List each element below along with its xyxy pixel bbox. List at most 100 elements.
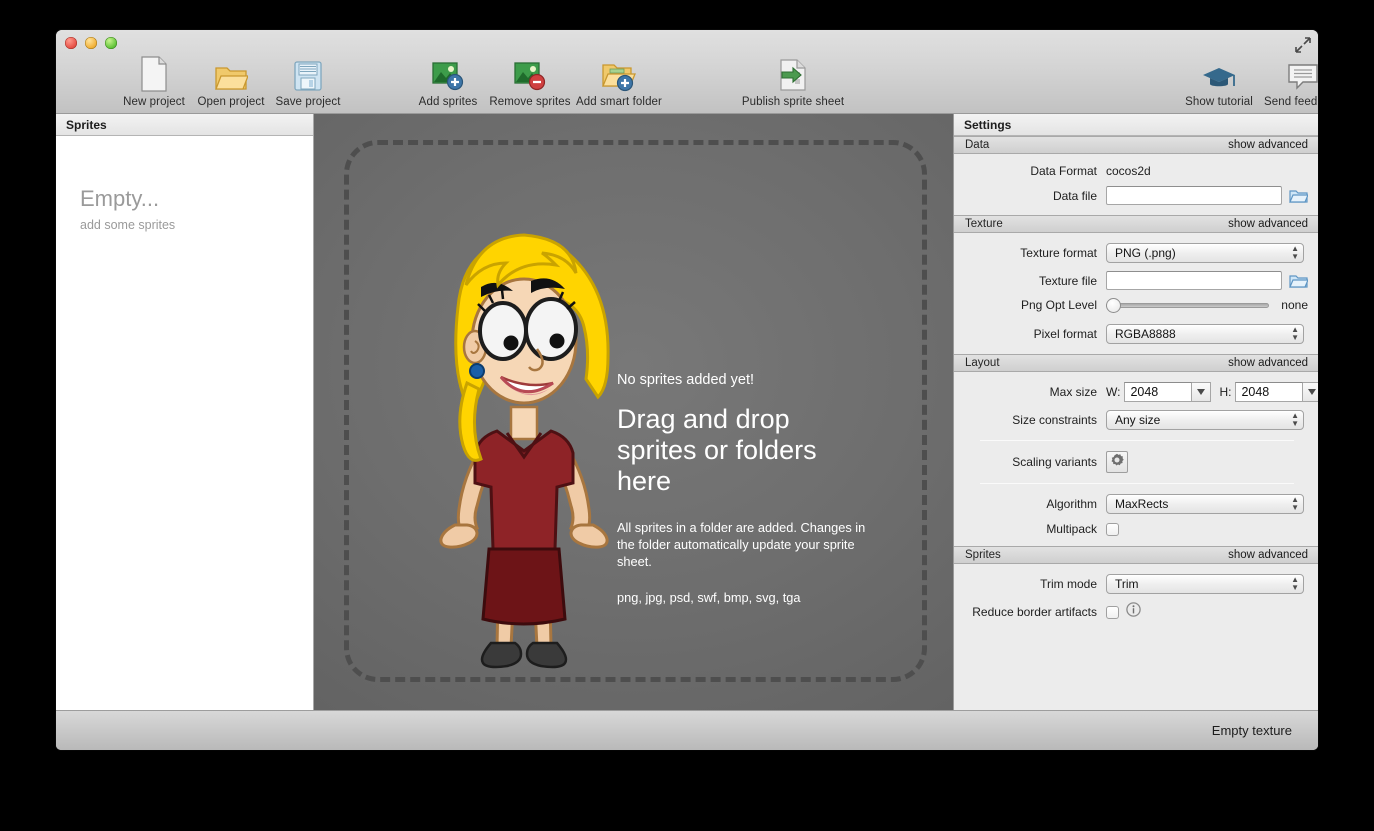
open-folder-icon xyxy=(214,54,248,92)
scaling-variants-label: Scaling variants xyxy=(1012,455,1097,469)
stepper-arrows-icon: ▲ ▼ xyxy=(1291,495,1299,512)
drop-area-text: No sprites added yet! Drag and drop spri… xyxy=(617,372,867,605)
row-scaling-variants: Scaling variants xyxy=(954,451,1308,473)
show-advanced-layout[interactable]: show advanced xyxy=(1228,357,1308,369)
section-body-layout: Max size W: 2048 H: 2048 Size constraint… xyxy=(954,372,1318,546)
row-algorithm: Algorithm MaxRects ▲ ▼ xyxy=(954,494,1308,514)
close-button[interactable] xyxy=(65,37,77,49)
max-width-dropdown-icon[interactable] xyxy=(1192,382,1212,402)
row-texture-format: Texture format PNG (.png) ▲ ▼ xyxy=(954,243,1308,263)
drop-headline-big: Drag and drop sprites or folders here xyxy=(617,404,817,496)
stepper-arrows-icon: ▲ ▼ xyxy=(1291,575,1299,592)
png-opt-label: Png Opt Level xyxy=(1020,298,1097,312)
section-title: Texture xyxy=(965,218,1003,230)
drop-headline-small: No sprites added yet! xyxy=(617,372,755,388)
folder-plus-icon xyxy=(601,54,637,92)
data-format-value: cocos2d xyxy=(1106,164,1151,178)
reduce-border-label: Reduce border artifacts xyxy=(972,605,1097,619)
toolbar-publish-sprite-sheet[interactable]: Publish sprite sheet xyxy=(742,54,844,108)
data-file-browse-icon[interactable] xyxy=(1289,188,1309,204)
toolbar-label: New project xyxy=(123,96,185,108)
texture-format-select[interactable]: PNG (.png) ▲ ▼ xyxy=(1106,243,1304,263)
info-icon[interactable] xyxy=(1126,602,1141,622)
data-file-label: Data file xyxy=(1052,188,1097,203)
main-content: Sprites Empty... add some sprites No spr… xyxy=(56,114,1318,710)
multipack-checkbox[interactable] xyxy=(1106,522,1119,536)
max-width-field[interactable]: 2048 xyxy=(1124,382,1212,402)
section-body-data: Data Format cocos2d Data file xyxy=(954,154,1318,215)
texture-file-browse-icon[interactable] xyxy=(1289,273,1309,289)
show-advanced-sprites[interactable]: show advanced xyxy=(1228,549,1308,561)
max-height-value[interactable]: 2048 xyxy=(1235,382,1304,402)
toolbar-remove-sprites[interactable]: Remove sprites xyxy=(484,54,576,108)
section-body-texture: Texture format PNG (.png) ▲ ▼ Texture fil… xyxy=(954,233,1318,354)
toolbar-save-project[interactable]: Save project xyxy=(262,54,354,108)
gear-icon xyxy=(1110,453,1124,472)
status-text: Empty texture xyxy=(1211,723,1292,738)
section-header-layout: Layout show advanced xyxy=(954,354,1318,372)
empty-subtitle: add some sprites xyxy=(80,218,176,232)
pixel-format-value: RGBA8888 xyxy=(1115,327,1176,341)
resize-arrows-icon[interactable] xyxy=(1294,36,1312,54)
size-constraints-label: Size constraints xyxy=(1012,413,1097,427)
texture-format-value: PNG (.png) xyxy=(1115,246,1176,260)
max-size-label: Max size xyxy=(1049,385,1097,399)
toolbar-label: Add smart folder xyxy=(576,96,662,108)
max-height-field[interactable]: 2048 xyxy=(1235,382,1318,402)
empty-title: Empty... xyxy=(80,186,160,211)
section-title: Sprites xyxy=(965,549,1001,561)
row-texture-file: Texture file xyxy=(954,271,1309,290)
toolbar-show-tutorial[interactable]: Show tutorial xyxy=(1173,54,1265,108)
toolbar-send-feedback[interactable]: Send feedback xyxy=(1257,54,1318,108)
row-data-format: Data Format cocos2d xyxy=(954,164,1308,178)
show-advanced-data[interactable]: show advanced xyxy=(1228,139,1308,151)
toolbar-add-smart-folder[interactable]: Add smart folder xyxy=(573,54,665,108)
minimize-button[interactable] xyxy=(85,37,97,49)
max-width-value[interactable]: 2048 xyxy=(1124,382,1193,402)
algorithm-select[interactable]: MaxRects ▲ ▼ xyxy=(1106,494,1304,514)
size-constraints-select[interactable]: Any size ▲ ▼ xyxy=(1106,410,1304,430)
data-format-label: Data Format xyxy=(1030,164,1097,178)
scaling-variants-button[interactable] xyxy=(1106,451,1128,473)
image-minus-icon xyxy=(513,54,547,92)
trim-mode-value: Trim xyxy=(1115,577,1139,591)
toolbar-label: Open project xyxy=(197,96,265,108)
section-header-sprites: Sprites show advanced xyxy=(954,546,1318,564)
slider-track[interactable] xyxy=(1106,297,1270,313)
max-height-dropdown-icon[interactable] xyxy=(1303,382,1318,402)
size-constraints-value: Any size xyxy=(1115,413,1161,427)
algorithm-label: Algorithm xyxy=(1046,497,1097,511)
sprites-panel-title: Sprites xyxy=(56,114,313,136)
toolbar-label: Remove sprites xyxy=(489,96,571,108)
texture-file-input[interactable] xyxy=(1106,271,1282,290)
row-multipack: Multipack xyxy=(954,522,1308,536)
speech-bubble-icon xyxy=(1286,54,1318,92)
sprite-drop-area[interactable]: No sprites added yet! Drag and drop spri… xyxy=(314,114,954,710)
new-document-icon xyxy=(139,54,169,92)
texture-file-label: Texture file xyxy=(1038,273,1097,288)
show-advanced-texture[interactable]: show advanced xyxy=(1228,218,1308,230)
sprites-empty-state: Empty... add some sprites xyxy=(56,136,313,232)
texture-format-label: Texture format xyxy=(1020,246,1097,260)
graduation-cap-icon xyxy=(1201,54,1237,92)
drop-supported-formats: png, jpg, psd, swf, bmp, svg, tga xyxy=(617,590,801,605)
stepper-arrows-icon: ▲ ▼ xyxy=(1291,244,1299,261)
section-title: Layout xyxy=(965,357,1000,369)
row-size-constraints: Size constraints Any size ▲ ▼ xyxy=(954,410,1308,430)
pixel-format-select[interactable]: RGBA8888 ▲ ▼ xyxy=(1106,324,1304,344)
zoom-button[interactable] xyxy=(105,37,117,49)
drop-description: All sprites in a folder are added. Chang… xyxy=(617,520,866,569)
divider xyxy=(980,483,1294,484)
png-opt-slider[interactable] xyxy=(1106,297,1270,313)
slider-knob[interactable] xyxy=(1106,297,1121,313)
toolbar-add-sprites[interactable]: Add sprites xyxy=(402,54,494,108)
publish-sheet-icon xyxy=(777,54,809,92)
toolbar-label: Send feedback xyxy=(1263,96,1318,108)
reduce-border-checkbox[interactable] xyxy=(1106,605,1119,619)
data-file-input[interactable] xyxy=(1106,186,1282,205)
stepper-arrows-icon: ▲ ▼ xyxy=(1291,325,1299,342)
section-header-data: Data show advanced xyxy=(954,136,1318,154)
section-body-sprites: Trim mode Trim ▲ ▼ Reduce border artifact… xyxy=(954,564,1318,632)
height-prefix: H: xyxy=(1219,385,1232,399)
trim-mode-select[interactable]: Trim ▲ ▼ xyxy=(1106,574,1304,594)
